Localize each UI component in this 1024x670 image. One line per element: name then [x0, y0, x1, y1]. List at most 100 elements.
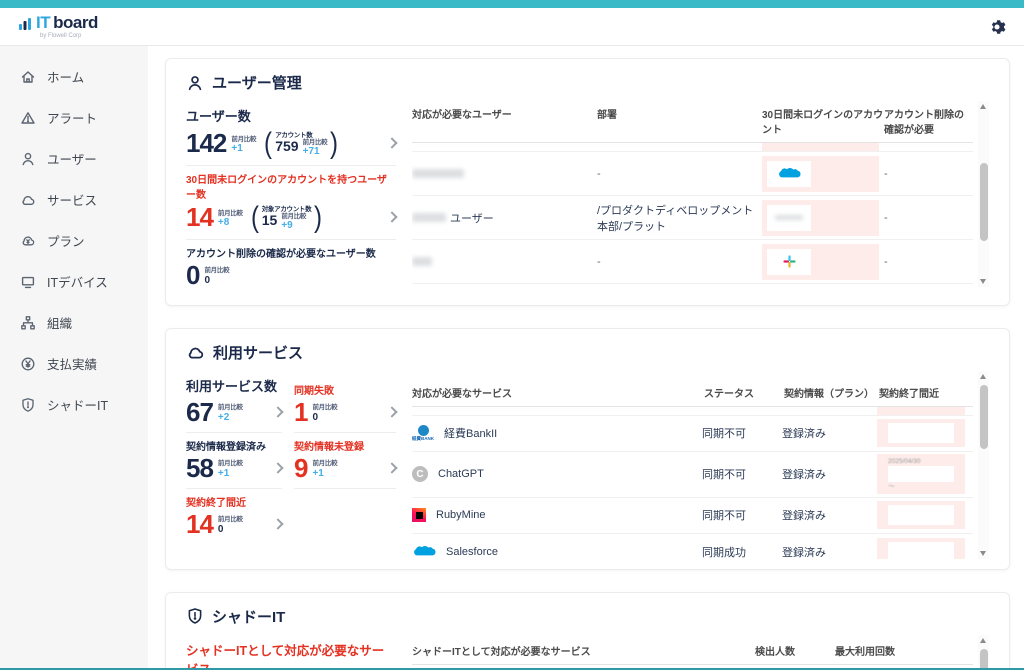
- col-header: 30日間未ログインのアカウント: [762, 106, 884, 136]
- table-row[interactable]: /プロダクトマーケティング本部/営業推進部 -: [412, 284, 973, 287]
- card-shadow-it: シャドーIT シャドーITとして対応が必要なサービス 15 前月比較-1 シャド…: [165, 592, 1010, 668]
- stat-value: 0: [186, 262, 199, 288]
- scrollbar[interactable]: [978, 371, 989, 559]
- sidebar-item-users[interactable]: ユーザー: [0, 138, 148, 179]
- sidebar-item-label: 支払実績: [47, 354, 97, 373]
- redacted-logo: [775, 215, 803, 220]
- sidebar-item-it-devices[interactable]: ITデバイス: [0, 261, 148, 302]
- col-header: 契約情報（プラン）: [782, 385, 877, 400]
- itboard-logo[interactable]: ITboard by Flowell Corp: [18, 14, 98, 39]
- table-row[interactable]: - -: [412, 240, 973, 284]
- col-header: 検出人数: [753, 643, 833, 658]
- stat-no-login-users[interactable]: 30日間未ログインのアカウントを持つユーザー数 14 前月比較+8 ( 対象アカ…: [186, 166, 396, 240]
- contract-end-date: 2025/04/30: [888, 457, 954, 466]
- payment-icon: [20, 356, 36, 372]
- stat-shadow-action-needed[interactable]: シャドーITとして対応が必要なサービス 15 前月比較-1: [186, 635, 396, 668]
- device-icon: [20, 274, 36, 290]
- table-row[interactable]: Salesforce 同期成功 登録済み: [412, 534, 973, 559]
- app-header: ITboard by Flowell Corp: [0, 8, 1024, 46]
- scrollbar[interactable]: [978, 101, 989, 287]
- scroll-thumb[interactable]: [980, 163, 988, 241]
- col-header: 最大利用回数: [833, 643, 973, 658]
- col-header: アカウント削除の確認が必要: [884, 106, 973, 136]
- paren-value: 759: [275, 139, 298, 158]
- sidebar: ホーム アラート ユーザー サービス プラン ITデバイス 組織 支払実績: [0, 46, 148, 668]
- sidebar-item-plans[interactable]: プラン: [0, 220, 148, 261]
- chatgpt-logo: C: [412, 466, 428, 482]
- scroll-thumb[interactable]: [980, 385, 988, 449]
- scrollbar[interactable]: [978, 635, 989, 668]
- no-login-account-cell: [762, 200, 879, 236]
- account-count-group: ( アカウント数 759前月比較+71 ): [263, 129, 339, 158]
- sidebar-item-label: 組織: [47, 313, 72, 332]
- scroll-up-icon[interactable]: [980, 104, 986, 109]
- chevron-right-icon[interactable]: [386, 462, 397, 473]
- table-row-partial: [412, 407, 973, 416]
- chevron-right-icon[interactable]: [386, 406, 397, 417]
- cloud-icon: [186, 343, 205, 362]
- table-row[interactable]: CChatGPT 同期不可 登録済み 2025/04/30 ～: [412, 452, 973, 498]
- stat-service-count[interactable]: 利用サービス数 67 前月比較+2: [186, 371, 282, 433]
- scroll-down-icon[interactable]: [980, 279, 986, 284]
- sidebar-item-label: プラン: [47, 231, 85, 250]
- card-services: 利用サービス 利用サービス数 67 前月比較+2 同期失敗: [165, 328, 1010, 570]
- sidebar-item-label: ITデバイス: [47, 272, 108, 291]
- alert-icon: [20, 110, 36, 126]
- sidebar-item-label: ホーム: [47, 67, 84, 86]
- stat-contract-registered[interactable]: 契約情報登録済み 58 前月比較+1: [186, 433, 282, 489]
- sidebar-item-label: シャドーIT: [47, 395, 108, 414]
- rubymine-logo: [412, 508, 426, 522]
- sidebar-item-services[interactable]: サービス: [0, 179, 148, 220]
- col-header: 対応が必要なサービス: [412, 385, 702, 400]
- table-row[interactable]: RubyMine 同期不可 登録済み: [412, 498, 973, 534]
- contract-end-cell: [877, 501, 965, 529]
- card-title-text: ユーザー管理: [212, 72, 302, 93]
- sidebar-item-payments[interactable]: 支払実績: [0, 343, 148, 384]
- contract-end-cell: [877, 419, 965, 447]
- chevron-right-icon[interactable]: [386, 212, 397, 223]
- scroll-up-icon[interactable]: [980, 374, 986, 379]
- table-row[interactable]: 経費BANK経費BankII 同期不可 登録済み: [412, 416, 973, 452]
- cloud-icon: [20, 192, 36, 208]
- col-header: 部署: [597, 106, 762, 121]
- card-title-text: シャドーIT: [212, 606, 285, 627]
- salesforce-logo: [777, 166, 801, 182]
- settings-button[interactable]: [988, 18, 1006, 36]
- keihibank-logo: 経費BANK: [412, 425, 434, 442]
- card-title-text: 利用サービス: [213, 342, 303, 363]
- sidebar-item-label: ユーザー: [47, 149, 97, 168]
- col-header: シャドーITとして対応が必要なサービス: [412, 643, 753, 658]
- table-row[interactable]: ユーザー /プロダクトディベロップメント本部/プラット -: [412, 196, 973, 240]
- slack-logo: [782, 254, 797, 269]
- chevron-right-icon[interactable]: [386, 138, 397, 149]
- stat-contract-ending[interactable]: 契約終了間近 14 前月比較0: [186, 489, 282, 544]
- shield-icon: [20, 397, 36, 413]
- contract-end-cell: 2025/04/30 ～: [877, 454, 965, 494]
- chevron-right-icon[interactable]: [272, 518, 283, 529]
- sidebar-item-shadow-it[interactable]: シャドーIT: [0, 384, 148, 425]
- logo-subtext: by Flowell Corp: [40, 33, 98, 39]
- scroll-down-icon[interactable]: [980, 551, 986, 556]
- target-account-group: ( 対象アカウント数 15前月比較+9 ): [250, 203, 324, 232]
- scroll-thumb[interactable]: [980, 649, 988, 668]
- table-row[interactable]: - -: [412, 152, 973, 196]
- shield-icon: [186, 607, 204, 625]
- table-row-partial: [412, 143, 973, 152]
- stat-contract-unregistered[interactable]: 契約情報未登録 9 前月比較+1: [294, 433, 396, 489]
- service-stats: 利用サービス数 67 前月比較+2 同期失敗 1 前月比較0: [186, 371, 396, 559]
- shadow-table: シャドーITとして対応が必要なサービス 検出人数 最大利用回数 zoomZoom…: [412, 635, 989, 668]
- bar-chart-logo-icon: [18, 16, 33, 31]
- scroll-up-icon[interactable]: [980, 638, 986, 643]
- col-header: 契約終了間近: [877, 385, 973, 400]
- chevron-right-icon[interactable]: [272, 406, 283, 417]
- chevron-right-icon[interactable]: [272, 462, 283, 473]
- sidebar-item-organization[interactable]: 組織: [0, 302, 148, 343]
- sidebar-item-label: アラート: [47, 108, 97, 127]
- gear-icon: [988, 18, 1006, 36]
- sidebar-item-home[interactable]: ホーム: [0, 56, 148, 97]
- dashboard-main: ユーザー管理 ユーザー数 142 前月比較+1 ( アカウント数: [148, 46, 1024, 668]
- stat-user-count[interactable]: ユーザー数 142 前月比較+1 ( アカウント数 759前月比較+71 ): [186, 101, 396, 166]
- sidebar-item-alerts[interactable]: アラート: [0, 97, 148, 138]
- sidebar-item-label: サービス: [47, 190, 97, 209]
- stat-sync-failed[interactable]: 同期失敗 1 前月比較0: [294, 371, 396, 433]
